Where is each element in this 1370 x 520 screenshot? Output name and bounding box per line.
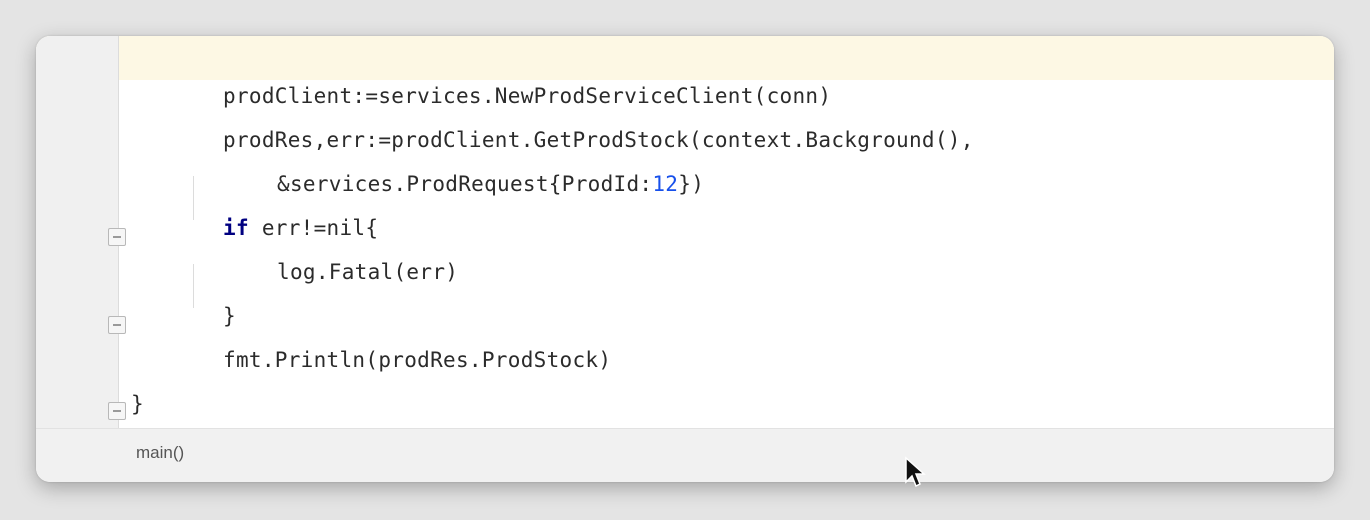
editor-gutter (36, 36, 119, 428)
code-token: &services.ProdRequest{ProdId: (277, 172, 653, 196)
code-token: err!=nil{ (248, 216, 379, 240)
editor-breadcrumb-bar: main() (36, 428, 1334, 482)
code-line[interactable]: fmt.Println(prodRes.ProdStock) (223, 338, 611, 382)
fold-open-if-icon[interactable] (108, 228, 126, 246)
number-token: 12 (652, 172, 679, 196)
code-line[interactable]: log.Fatal(err) (277, 250, 458, 294)
code-line[interactable]: prodRes,err:=prodClient.GetProdStock(con… (223, 118, 974, 162)
code-line[interactable]: if err!=nil{ (223, 206, 378, 250)
code-line[interactable]: } (131, 382, 144, 426)
code-token: prodRes,err:=prodClient.GetProdStock(con… (223, 128, 974, 152)
code-token: } (223, 304, 236, 328)
code-line[interactable]: } (223, 294, 236, 338)
code-area[interactable]: prodClient:=services.NewProdServiceClien… (119, 36, 1334, 428)
fold-close-if-icon[interactable] (108, 316, 126, 334)
indent-guide (193, 176, 194, 220)
keyword-token: if (223, 216, 249, 240)
code-token: fmt.Println(prodRes.ProdStock) (223, 348, 612, 372)
code-token: log.Fatal(err) (277, 260, 459, 284)
code-editor-window: prodClient:=services.NewProdServiceClien… (36, 36, 1334, 482)
mouse-pointer-icon (905, 456, 926, 488)
code-token: }) (678, 172, 705, 196)
breadcrumb-main[interactable]: main() (136, 443, 184, 463)
code-line[interactable]: &services.ProdRequest{ProdId:12}) (277, 162, 704, 206)
code-token: } (131, 392, 144, 416)
code-line[interactable]: prodClient:=services.NewProdServiceClien… (223, 74, 831, 118)
fold-close-func-icon[interactable] (108, 402, 126, 420)
code-token: prodClient:=services.NewProdServiceClien… (223, 84, 832, 108)
indent-guide (193, 264, 194, 308)
